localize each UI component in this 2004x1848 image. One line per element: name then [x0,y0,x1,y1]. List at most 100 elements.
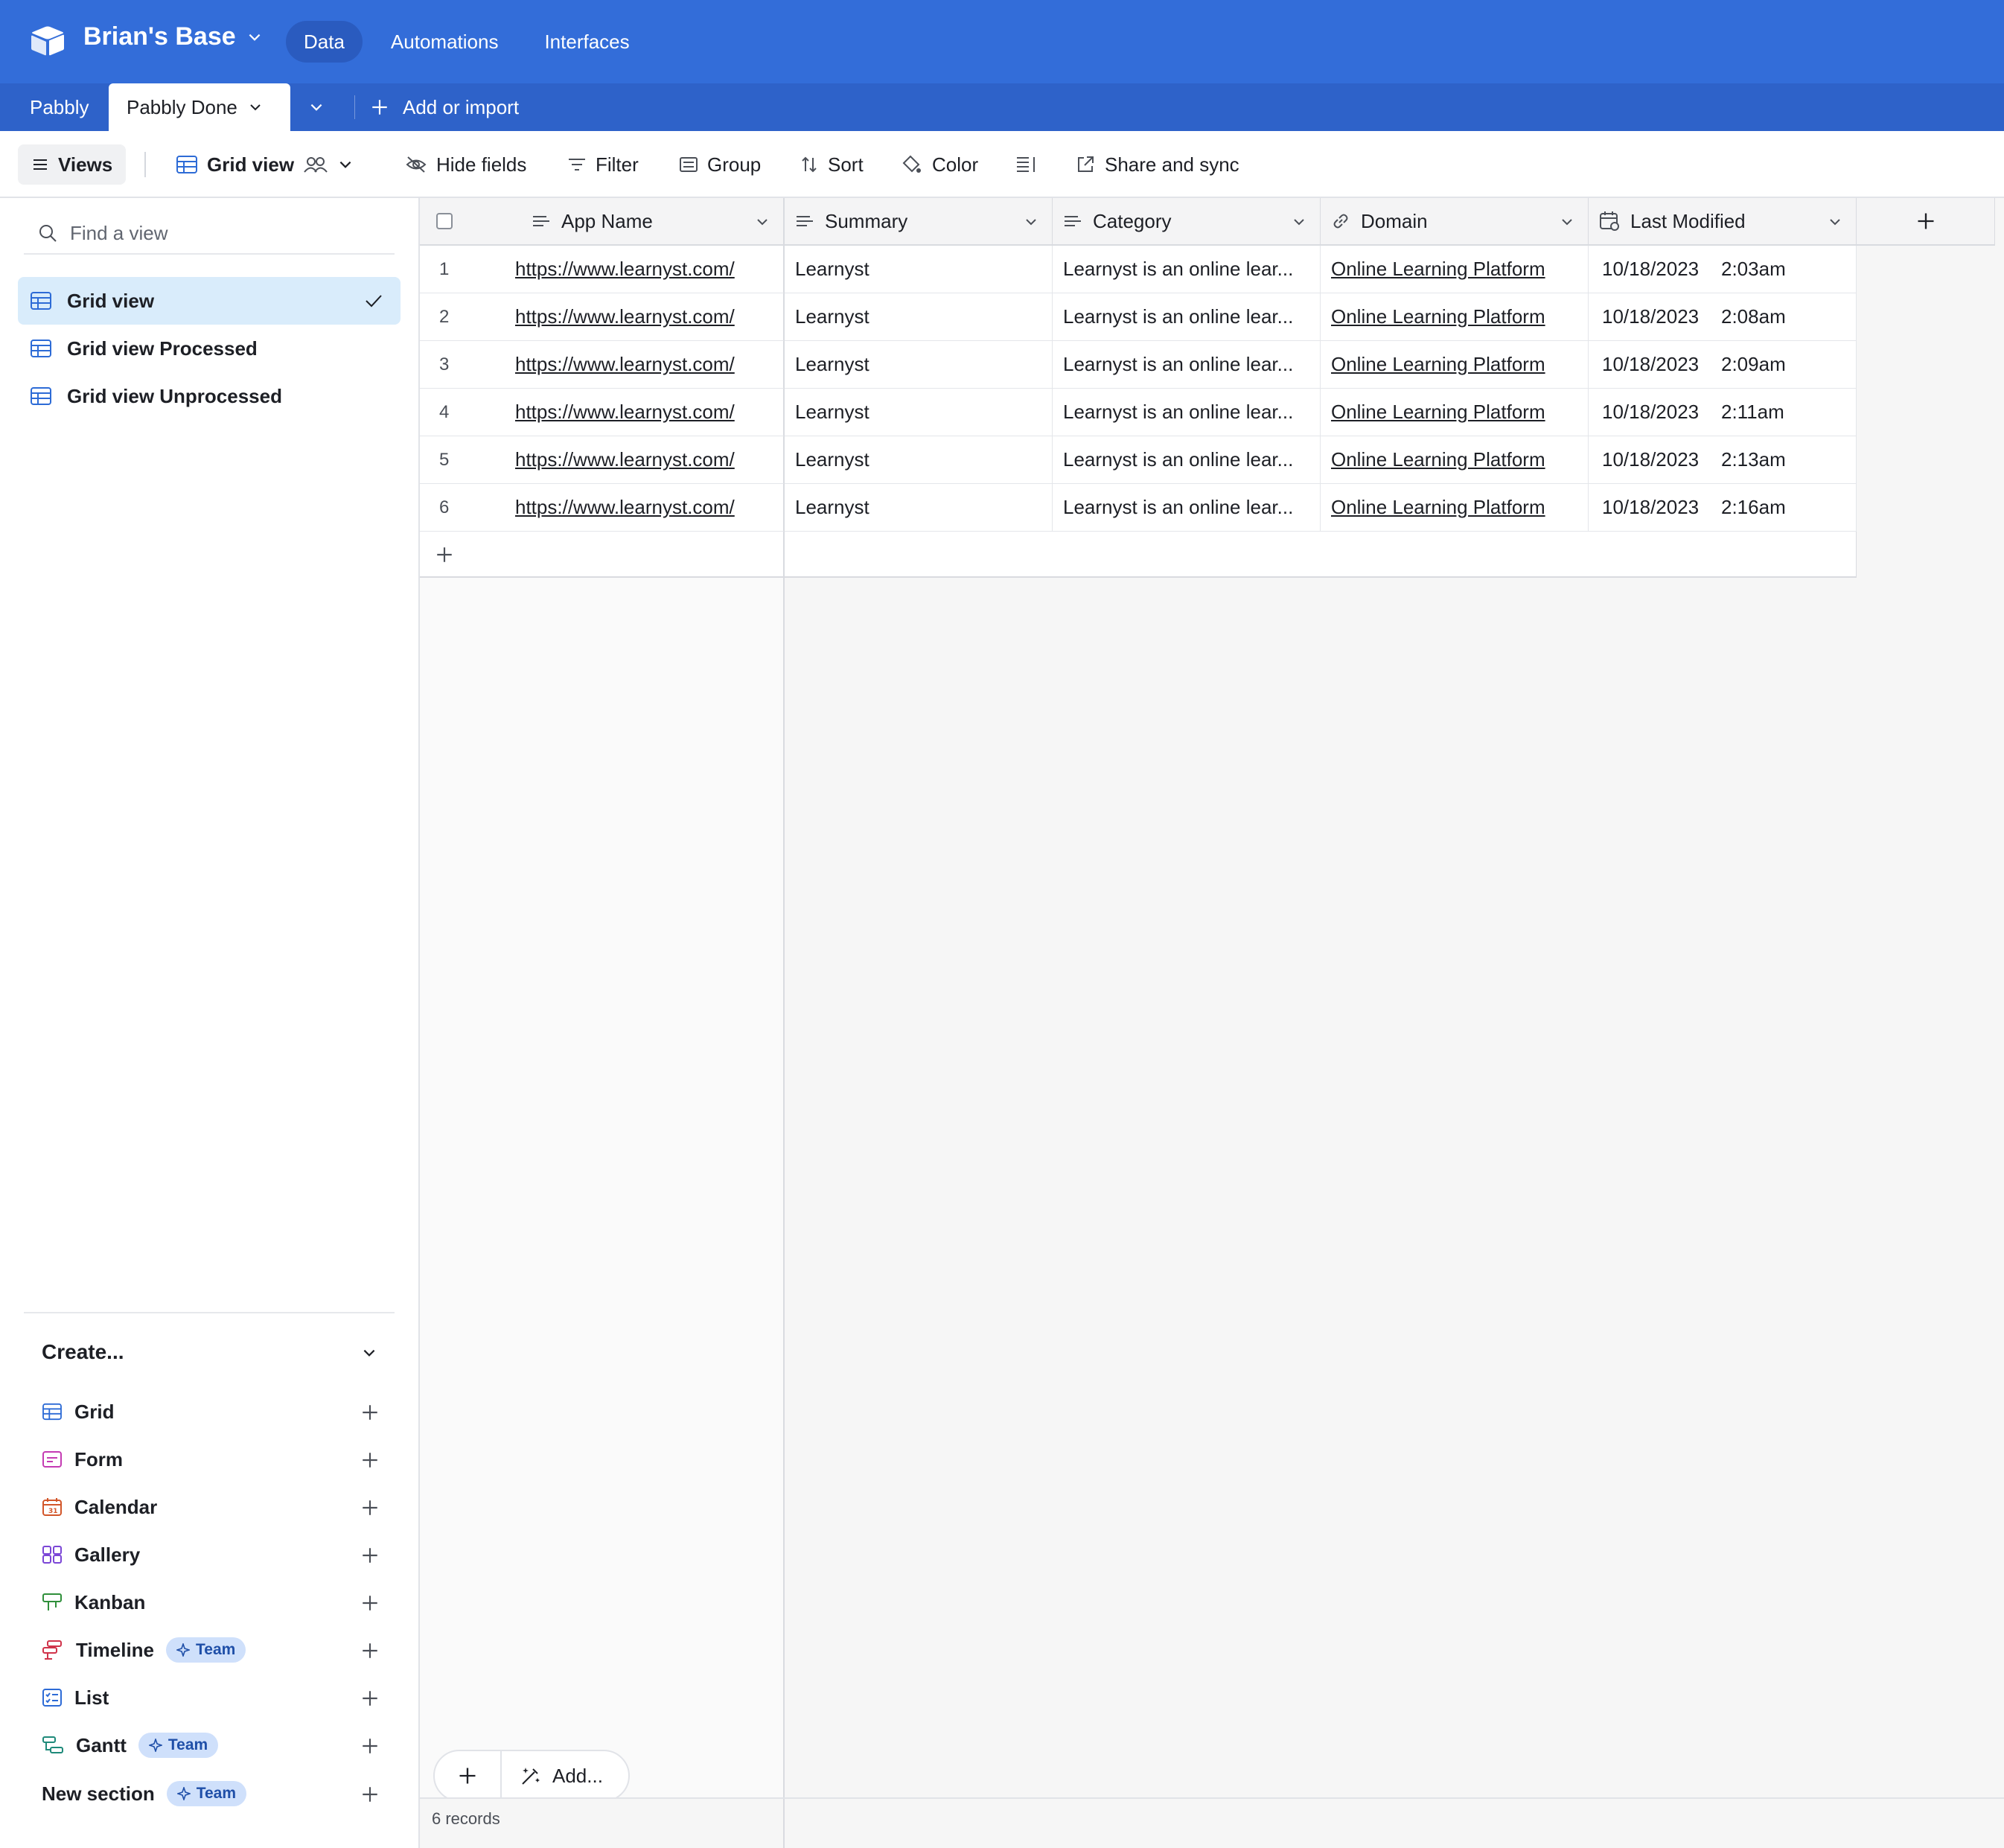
more-tables-button[interactable] [308,83,325,131]
app-url-link[interactable]: https://www.learnyst.com/ [515,448,735,471]
cell-domain[interactable]: Online Learning Platform [1321,293,1589,341]
create-gallery[interactable]: Gallery [42,1536,380,1573]
view-switcher[interactable]: Grid view [176,131,354,198]
cell-summary[interactable]: Learnyst [785,341,1053,389]
cell-app-name[interactable]: https://www.learnyst.com/ [509,389,785,436]
chevron-down-icon[interactable] [1024,214,1038,229]
cell-domain[interactable]: Online Learning Platform [1321,341,1589,389]
create-form[interactable]: Form [42,1441,380,1478]
cell-app-name[interactable]: https://www.learnyst.com/ [509,341,785,389]
app-url-link[interactable]: https://www.learnyst.com/ [515,401,735,424]
plus-icon[interactable] [360,1736,380,1756]
cell-domain[interactable]: Online Learning Platform [1321,389,1589,436]
sidebar-view-grid-view-processed[interactable]: Grid view Processed [18,325,401,372]
cell-summary[interactable]: Learnyst [785,436,1053,484]
find-view-input[interactable] [70,221,383,245]
header-category[interactable]: Category [1053,198,1321,246]
plus-icon[interactable] [360,1785,380,1804]
chevron-down-icon[interactable] [248,100,263,115]
table-row[interactable]: 2 https://www.learnyst.com/ Learnyst Lea… [420,293,1857,341]
sidebar-view-grid-view[interactable]: Grid view [18,277,401,325]
add-record-cell[interactable] [420,532,785,578]
add-record-filler[interactable] [785,532,1857,578]
chevron-down-icon[interactable] [1292,214,1306,229]
cell-summary[interactable]: Learnyst [785,246,1053,293]
chevron-down-icon[interactable] [360,1345,378,1361]
table-row[interactable]: 4 https://www.learnyst.com/ Learnyst Lea… [420,389,1857,436]
cell-category[interactable]: Learnyst is an online lear... [1053,436,1321,484]
table-row[interactable]: 1 https://www.learnyst.com/ Learnyst Lea… [420,246,1857,293]
app-url-link[interactable]: https://www.learnyst.com/ [515,353,735,376]
create-gantt[interactable]: Gantt Team [42,1727,380,1764]
add-with-ai-button[interactable]: Add... [502,1765,603,1788]
app-url-link[interactable]: https://www.learnyst.com/ [515,305,735,328]
chevron-down-icon[interactable] [755,214,770,229]
nav-data[interactable]: Data [286,21,363,63]
cell-summary[interactable]: Learnyst [785,389,1053,436]
hide-fields-button[interactable]: Hide fields [405,131,526,198]
header-summary[interactable]: Summary [785,198,1053,246]
share-and-sync-button[interactable]: Share and sync [1075,131,1239,198]
header-last-modified[interactable]: Last Modified [1589,198,1857,246]
create-grid[interactable]: Grid [42,1393,380,1430]
domain-link[interactable]: Online Learning Platform [1331,353,1545,376]
cell-domain[interactable]: Online Learning Platform [1321,436,1589,484]
table-row[interactable]: 3 https://www.learnyst.com/ Learnyst Lea… [420,341,1857,389]
domain-link[interactable]: Online Learning Platform [1331,496,1545,519]
domain-link[interactable]: Online Learning Platform [1331,258,1545,281]
plus-icon[interactable] [360,1450,380,1470]
cell-category[interactable]: Learnyst is an online lear... [1053,293,1321,341]
filter-button[interactable]: Filter [567,131,639,198]
add-or-import-button[interactable]: Add or import [354,95,519,119]
cell-summary[interactable]: Learnyst [785,484,1053,532]
cell-domain[interactable]: Online Learning Platform [1321,484,1589,532]
chevron-down-icon[interactable] [1828,214,1842,229]
plus-icon[interactable] [360,1689,380,1708]
row-height-button[interactable] [1015,131,1038,198]
app-url-link[interactable]: https://www.learnyst.com/ [515,496,735,519]
cell-last-modified[interactable]: 10/18/2023 2:09am [1589,341,1857,389]
plus-icon[interactable] [360,1546,380,1565]
domain-link[interactable]: Online Learning Platform [1331,305,1545,328]
plus-icon[interactable] [360,1641,380,1660]
cell-last-modified[interactable]: 10/18/2023 2:11am [1589,389,1857,436]
create-section-title[interactable]: Create... [42,1340,124,1364]
table-row[interactable]: 5 https://www.learnyst.com/ Learnyst Lea… [420,436,1857,484]
domain-link[interactable]: Online Learning Platform [1331,448,1545,471]
cell-category[interactable]: Learnyst is an online lear... [1053,341,1321,389]
cell-last-modified[interactable]: 10/18/2023 2:08am [1589,293,1857,341]
plus-icon[interactable] [360,1403,380,1422]
create-calendar[interactable]: 31 Calendar [42,1488,380,1526]
nav-automations[interactable]: Automations [373,21,517,63]
cell-app-name[interactable]: https://www.learnyst.com/ [509,484,785,532]
nav-interfaces[interactable]: Interfaces [526,21,647,63]
airtable-logo-icon[interactable] [30,25,66,57]
header-app-name[interactable]: App Name [420,198,785,246]
sort-button[interactable]: Sort [800,131,864,198]
cell-last-modified[interactable]: 10/18/2023 2:13am [1589,436,1857,484]
create-list[interactable]: List [42,1679,380,1716]
header-domain[interactable]: Domain [1321,198,1589,246]
tab-pabbly[interactable]: Pabbly [30,83,89,131]
cell-app-name[interactable]: https://www.learnyst.com/ [509,436,785,484]
plus-icon[interactable] [360,1593,380,1613]
cell-last-modified[interactable]: 10/18/2023 2:03am [1589,246,1857,293]
create-timeline[interactable]: Timeline Team [42,1631,380,1669]
table-row[interactable]: 6 https://www.learnyst.com/ Learnyst Lea… [420,484,1857,532]
add-record-row[interactable] [420,532,1857,578]
cell-category[interactable]: Learnyst is an online lear... [1053,484,1321,532]
domain-link[interactable]: Online Learning Platform [1331,401,1545,424]
color-button[interactable]: Color [901,131,978,198]
cell-summary[interactable]: Learnyst [785,293,1053,341]
cell-category[interactable]: Learnyst is an online lear... [1053,389,1321,436]
cell-app-name[interactable]: https://www.learnyst.com/ [509,293,785,341]
views-toggle-button[interactable]: Views [18,144,127,185]
cell-category[interactable]: Learnyst is an online lear... [1053,246,1321,293]
sidebar-view-grid-view-unprocessed[interactable]: Grid view Unprocessed [18,372,401,420]
app-url-link[interactable]: https://www.learnyst.com/ [515,258,735,281]
plus-icon[interactable] [360,1498,380,1517]
select-all-checkbox[interactable] [436,213,453,229]
cell-last-modified[interactable]: 10/18/2023 2:16am [1589,484,1857,532]
create-kanban[interactable]: Kanban [42,1584,380,1621]
cell-app-name[interactable]: https://www.learnyst.com/ [509,246,785,293]
